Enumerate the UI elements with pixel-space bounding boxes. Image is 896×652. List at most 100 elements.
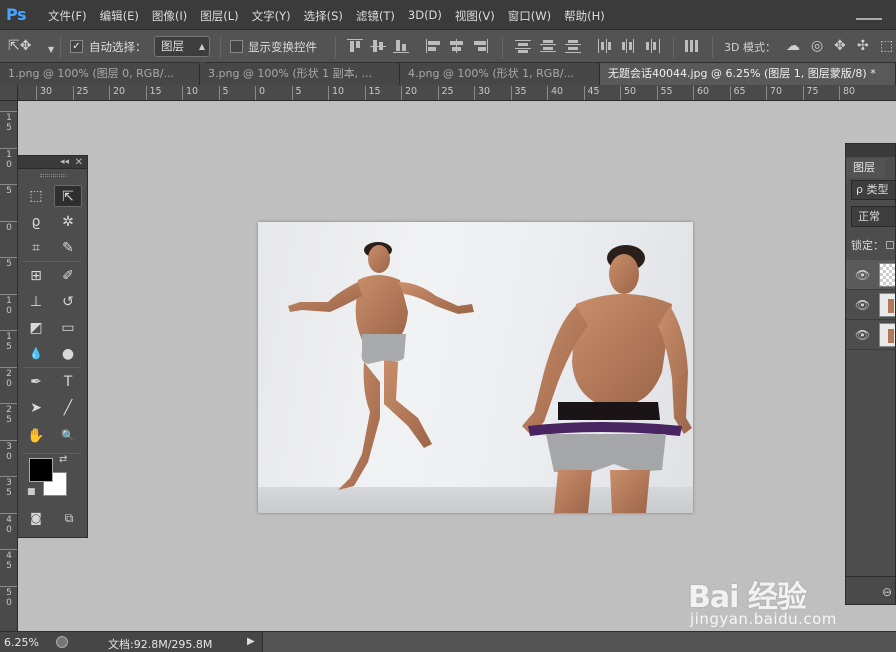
tab-3-png[interactable]: 3.png @ 100% (形状 1 副本, ... [200, 63, 400, 85]
ruler-tick [0, 366, 17, 368]
blend-mode-dropdown[interactable]: 正常 [851, 206, 895, 227]
ruler-tick-label: 15 [6, 332, 12, 352]
preset-dropdown-icon[interactable]: ▼ [48, 42, 54, 58]
menu-type[interactable]: 文字(Y) [252, 8, 291, 24]
distribute-bottom-icon[interactable] [565, 39, 581, 53]
auto-select-target-dropdown[interactable]: 图层 ▲▼ [154, 36, 210, 70]
hand-tool-icon[interactable]: ✋ [22, 425, 50, 447]
align-vertical-centers-icon[interactable] [370, 39, 386, 53]
screen-mode-icon[interactable]: ⧉ [55, 507, 83, 529]
document-size-info[interactable]: 文档:92.8M/295.8M [108, 636, 212, 652]
magic-wand-tool-icon[interactable]: ✲ [54, 211, 82, 233]
ruler-tick [0, 403, 17, 404]
distribute-top-icon[interactable] [515, 39, 531, 53]
tab-1-png[interactable]: 1.png @ 100% (图层 0, RGB/... [0, 63, 200, 85]
layer-row[interactable]: 👁 [846, 320, 895, 350]
distribute-vertical-centers-icon[interactable] [540, 39, 556, 53]
history-brush-tool-icon[interactable]: ↺ [54, 291, 82, 313]
zoom-tool-icon[interactable]: 🔍 [54, 425, 82, 447]
menu-window[interactable]: 窗口(W) [508, 8, 551, 24]
auto-align-layers-icon[interactable] [684, 39, 700, 53]
blur-tool-icon[interactable]: 💧 [22, 343, 50, 365]
path-selection-tool-icon[interactable]: ➤ [22, 397, 50, 419]
clone-stamp-tool-icon[interactable]: ⊥ [22, 291, 50, 313]
horizontal-ruler[interactable]: 30 25 20 15 10 5 0 5 10 15 20 25 30 35 40 45 50 55 60 65 70 7… [18, 85, 896, 101]
distribute-right-icon[interactable] [645, 39, 661, 53]
tab-label: 无题会话40044.jpg @ 6.25% (图层 1, 图层蒙版/8) * [608, 67, 876, 80]
layer-row[interactable]: 👁 [846, 290, 895, 320]
proof-status-icon[interactable] [56, 636, 68, 648]
eraser-tool-icon[interactable]: ◩ [22, 317, 50, 339]
menu-select[interactable]: 选择(S) [304, 8, 343, 24]
ruler-tick [0, 257, 17, 258]
distribute-left-icon[interactable] [597, 39, 613, 53]
menu-edit[interactable]: 编辑(E) [100, 8, 139, 24]
align-top-edges-icon[interactable] [347, 39, 363, 53]
foreground-color-swatch[interactable] [29, 458, 53, 482]
marquee-tool-icon[interactable]: ⬚ [22, 185, 50, 207]
type-tool-icon[interactable]: T [54, 371, 82, 393]
default-colors-icon[interactable]: ■ [27, 487, 36, 497]
align-right-edges-icon[interactable] [472, 39, 488, 53]
ruler-tick [0, 512, 17, 514]
layer-row[interactable]: 👁 [846, 260, 895, 290]
quick-mask-icon[interactable]: ◙ [22, 507, 50, 529]
layer-filter-kind[interactable]: ρ 类型 [851, 180, 895, 200]
layers-panel-header[interactable] [846, 144, 895, 157]
ruler-tick-label: 35 [510, 86, 527, 100]
3d-pan-icon[interactable]: ✥ [834, 38, 846, 54]
dodge-tool-icon[interactable]: ● [54, 343, 82, 365]
ruler-tick-label: 15 [145, 86, 162, 100]
ruler-tick-label: 45 [6, 551, 12, 571]
brush-tool-icon[interactable]: ✐ [54, 265, 82, 287]
3d-scale-icon[interactable]: ⬚ [880, 38, 893, 54]
show-transform-label: 显示变换控件 [248, 40, 317, 54]
align-left-edges-icon[interactable] [426, 39, 442, 53]
pen-tool-icon[interactable]: ✒ [22, 371, 50, 393]
tab-layers[interactable]: 图层 [846, 158, 886, 178]
visibility-eye-icon[interactable]: 👁 [855, 268, 870, 282]
menu-file[interactable]: 文件(F) [48, 8, 87, 24]
menu-layer[interactable]: 图层(L) [200, 8, 238, 24]
lock-label: 锁定： [851, 237, 894, 253]
healing-brush-tool-icon[interactable]: ⊞ [22, 265, 50, 287]
tab-label: 1.png @ 100% (图层 0, RGB/... [8, 67, 175, 80]
menu-3d[interactable]: 3D(D) [408, 8, 442, 24]
swap-colors-icon[interactable]: ⇄ [59, 454, 67, 465]
move-tool-icon[interactable]: ⇱ [54, 185, 82, 207]
visibility-eye-icon[interactable]: 👁 [855, 298, 870, 312]
photoshop-logo: Ps [6, 5, 26, 24]
document-image[interactable] [258, 222, 693, 513]
lasso-tool-icon[interactable]: ϱ [22, 211, 50, 233]
visibility-eye-icon[interactable]: 👁 [855, 328, 870, 342]
menu-view[interactable]: 视图(V) [455, 8, 495, 24]
vertical-ruler[interactable]: 1510505101520253035404550 [0, 101, 18, 631]
3d-slide-icon[interactable]: ✣ [857, 38, 869, 54]
align-bottom-edges-icon[interactable] [393, 39, 409, 53]
auto-select-target-value: 图层 [161, 39, 184, 53]
menu-image[interactable]: 图像(I) [152, 8, 187, 24]
auto-select-checkbox[interactable]: ✓ [70, 40, 83, 53]
menu-filter[interactable]: 滤镜(T) [356, 8, 395, 24]
line-tool-icon[interactable]: ╱ [54, 397, 82, 419]
crop-tool-icon[interactable]: ⌗ [22, 237, 50, 259]
ruler-origin[interactable] [0, 85, 18, 101]
distribute-horizontal-centers-icon[interactable] [621, 39, 637, 53]
tab-active-document[interactable]: 无题会话40044.jpg @ 6.25% (图层 1, 图层蒙版/8) * [600, 63, 896, 85]
3d-roll-icon[interactable]: ◎ [811, 38, 823, 54]
minimize-button[interactable] [856, 8, 882, 20]
ruler-tick-label: 10 [182, 86, 198, 100]
tab-4-png[interactable]: 4.png @ 100% (形状 1, RGB/... [400, 63, 600, 85]
status-menu-arrow-icon[interactable]: ▶ [247, 636, 255, 647]
move-tool-preset-icon[interactable]: ⇱✥ [8, 38, 31, 54]
show-transform-checkbox[interactable] [230, 40, 243, 53]
eyedropper-tool-icon[interactable]: ✎ [54, 237, 82, 259]
align-horizontal-centers-icon[interactable] [449, 39, 465, 53]
gradient-tool-icon[interactable]: ▭ [54, 317, 82, 339]
zoom-level-field[interactable]: 6.25% [4, 636, 39, 649]
ruler-tick-label: 60 [693, 86, 709, 100]
3d-rotate-icon[interactable]: ☁ [786, 38, 800, 54]
tab-label: 4.png @ 100% (形状 1, RGB/... [408, 67, 575, 80]
menu-help[interactable]: 帮助(H) [564, 8, 605, 24]
lock-transparent-icon[interactable] [886, 241, 894, 249]
